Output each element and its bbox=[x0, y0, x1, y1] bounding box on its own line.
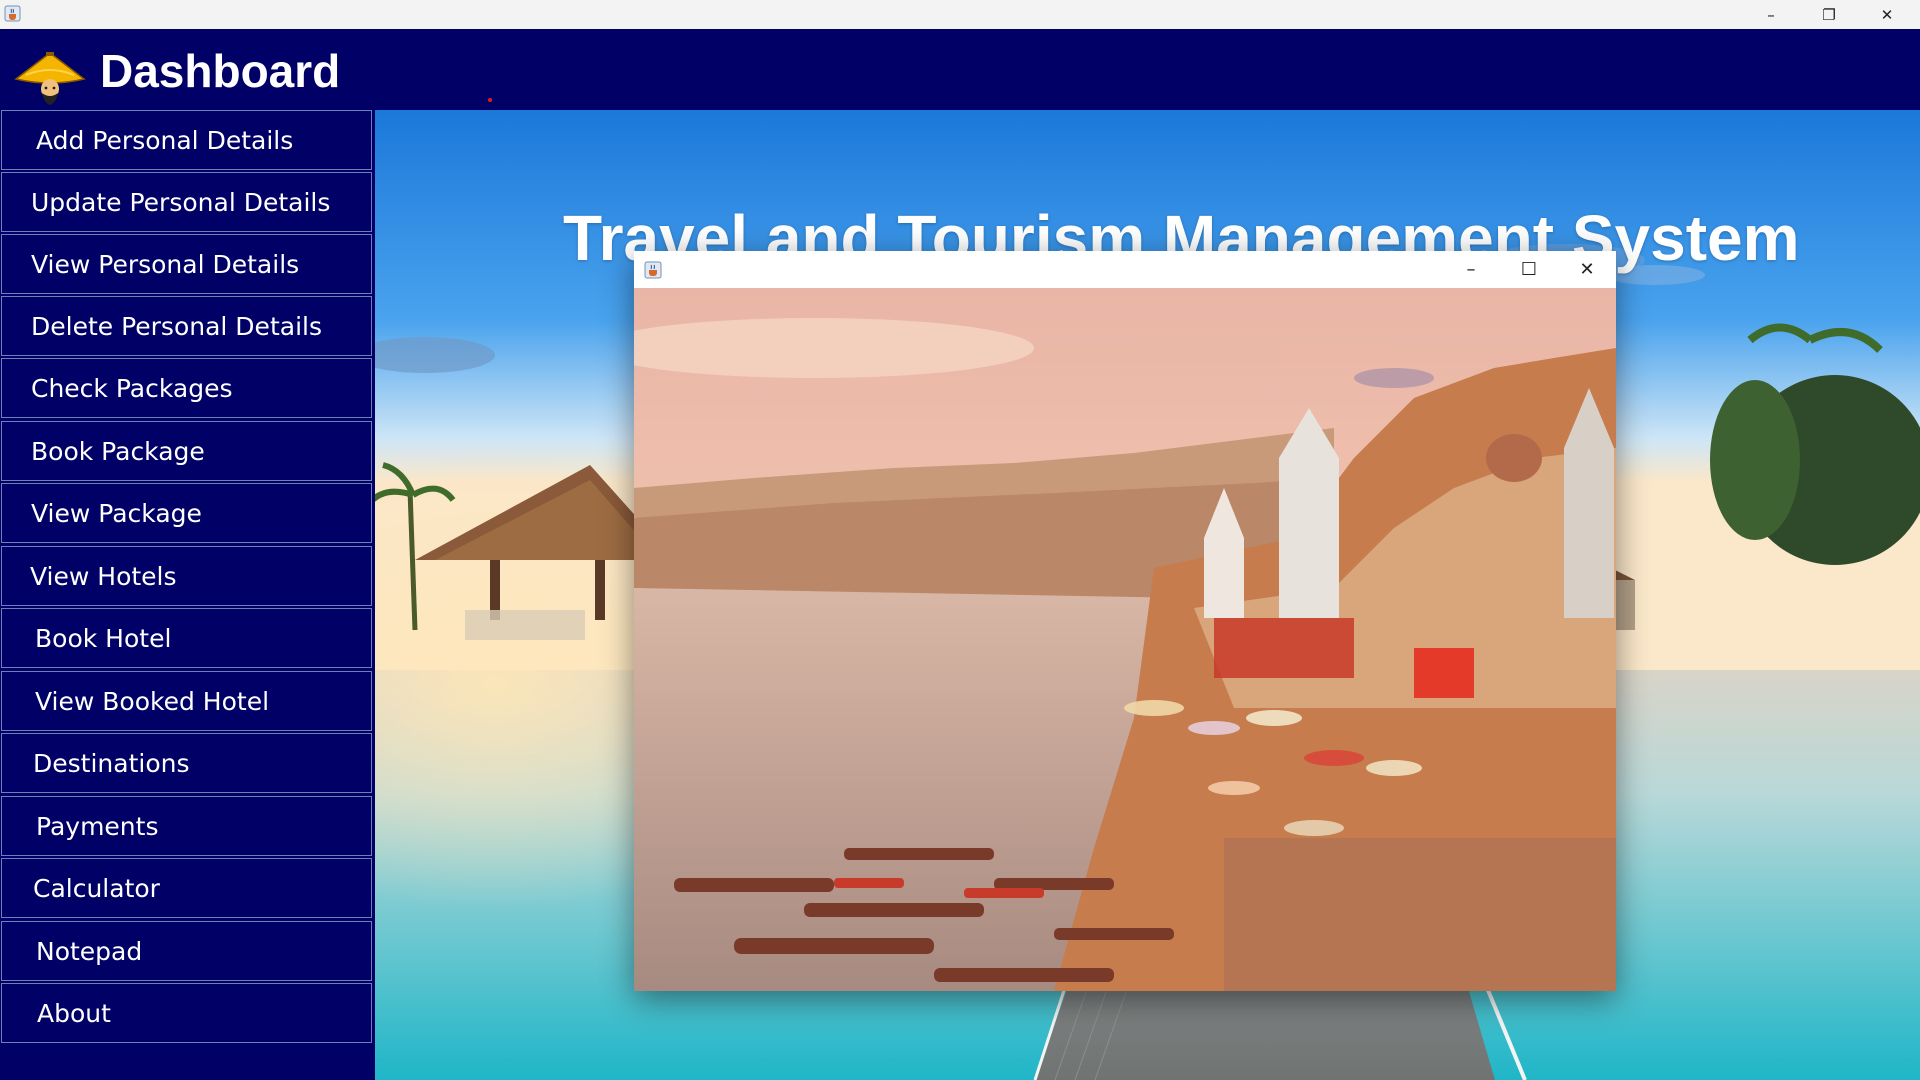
about-button[interactable]: About bbox=[1, 983, 372, 1043]
view-hotels-button[interactable]: View Hotels bbox=[1, 546, 372, 606]
update-personal-details-button[interactable]: Update Personal Details bbox=[1, 172, 372, 232]
close-button[interactable]: ✕ bbox=[1858, 0, 1916, 29]
varanasi-ghats-image bbox=[634, 288, 1616, 991]
book-package-button[interactable]: Book Package bbox=[1, 421, 372, 481]
dashboard-header: Dashboard bbox=[0, 29, 1920, 110]
payments-button[interactable]: Payments bbox=[1, 796, 372, 856]
java-cup-icon bbox=[4, 5, 21, 22]
sidebar: Add Personal Details Update Personal Det… bbox=[0, 110, 375, 1080]
delete-personal-details-button[interactable]: Delete Personal Details bbox=[1, 296, 372, 356]
book-hotel-button[interactable]: Book Hotel bbox=[1, 608, 372, 668]
destination-image-window: – ☐ ✕ bbox=[634, 251, 1616, 991]
view-package-button[interactable]: View Package bbox=[1, 483, 372, 543]
page-title: Dashboard bbox=[100, 45, 341, 97]
minimize-button[interactable]: – bbox=[1742, 0, 1800, 29]
child-maximize-button[interactable]: ☐ bbox=[1500, 251, 1558, 288]
destinations-button[interactable]: Destinations bbox=[1, 733, 372, 793]
java-cup-icon bbox=[644, 261, 662, 279]
view-booked-hotel-button[interactable]: View Booked Hotel bbox=[1, 671, 372, 731]
add-personal-details-button[interactable]: Add Personal Details bbox=[1, 110, 372, 170]
os-title-bar: – ❐ ✕ bbox=[0, 0, 1920, 29]
notepad-button[interactable]: Notepad bbox=[1, 921, 372, 981]
traveler-hat-icon bbox=[14, 52, 86, 105]
view-personal-details-button[interactable]: View Personal Details bbox=[1, 234, 372, 294]
decorative-dot bbox=[488, 98, 492, 102]
calculator-button[interactable]: Calculator bbox=[1, 858, 372, 918]
check-packages-button[interactable]: Check Packages bbox=[1, 358, 372, 418]
child-close-button[interactable]: ✕ bbox=[1558, 251, 1616, 288]
child-window-title-bar: – ☐ ✕ bbox=[634, 251, 1616, 288]
child-minimize-button[interactable]: – bbox=[1442, 251, 1500, 288]
restore-button[interactable]: ❐ bbox=[1800, 0, 1858, 29]
